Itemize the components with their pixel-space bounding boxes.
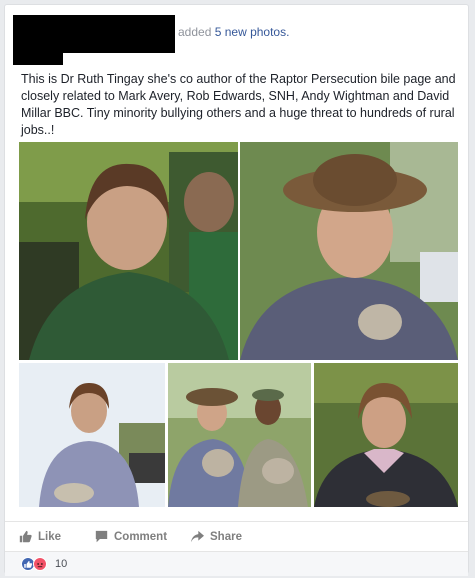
comment-icon xyxy=(95,530,108,543)
redacted-author-name[interactable] xyxy=(63,15,175,53)
photo-4[interactable] xyxy=(168,363,311,507)
photo-2[interactable] xyxy=(240,142,458,360)
reaction-count[interactable]: 10 xyxy=(55,558,67,570)
photos-link[interactable]: 5 new photos. xyxy=(215,25,290,39)
post-card: added 5 new photos. This is Dr Ruth Ting… xyxy=(4,4,469,576)
share-button[interactable]: Share xyxy=(191,530,242,543)
share-icon xyxy=(191,530,204,543)
thumbs-up-icon xyxy=(19,530,32,543)
post-header: added 5 new photos. xyxy=(178,25,289,39)
like-button[interactable]: Like xyxy=(19,530,61,543)
angry-icon[interactable] xyxy=(33,557,47,571)
post-action-text: added xyxy=(178,25,212,39)
post-action-bar: Like Comment Share xyxy=(5,521,468,552)
comment-button[interactable]: Comment xyxy=(95,530,167,543)
share-label: Share xyxy=(210,530,242,543)
like-label: Like xyxy=(38,530,62,543)
photo-5[interactable] xyxy=(314,363,458,507)
reactions-bar: 10 xyxy=(5,551,468,576)
photo-3[interactable] xyxy=(19,363,165,507)
redacted-avatar[interactable] xyxy=(13,15,63,65)
photo-1[interactable] xyxy=(19,142,238,360)
post-body: This is Dr Ruth Tingay she's co author o… xyxy=(21,72,456,137)
comment-label: Comment xyxy=(114,530,168,543)
